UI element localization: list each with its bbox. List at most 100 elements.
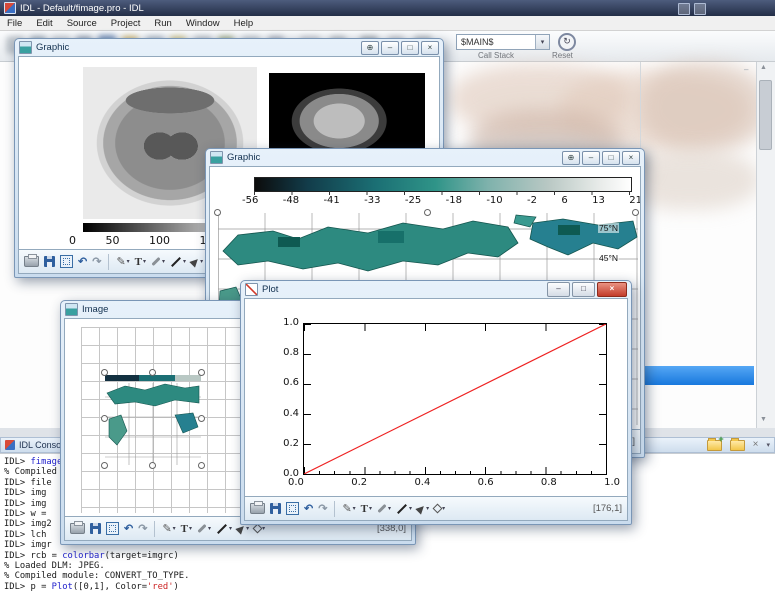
selection-handle[interactable] [424, 209, 431, 216]
pencil-tool-button[interactable]: ✎▾ [162, 523, 175, 535]
line-tool-button[interactable]: ▾ [216, 525, 232, 532]
scope-combo[interactable]: $MAIN$ ▾ [456, 34, 550, 50]
dropdown-caret-icon[interactable]: ▾ [189, 525, 192, 532]
close-button[interactable]: × [421, 41, 439, 55]
dropdown-caret-icon[interactable]: ▾ [262, 525, 265, 532]
graphic1-titlebar[interactable]: Graphic ⊕ – □ × [15, 39, 443, 56]
plot-series-line[interactable] [304, 324, 606, 474]
plot-canvas[interactable]: 1.00.80.60.40.20.0 0.00.20.40.60.81.0 [244, 298, 628, 497]
selection-handle[interactable] [101, 415, 108, 422]
minimize-button[interactable]: – [582, 151, 600, 165]
map-data-patch [278, 237, 300, 247]
scroll-down-icon[interactable]: ▼ [760, 416, 767, 423]
print-button[interactable] [250, 503, 265, 514]
text-tool-button[interactable]: T▾ [181, 523, 192, 535]
selection-handle[interactable] [101, 369, 108, 376]
detach-button[interactable]: ⊕ [361, 41, 379, 55]
detach-button[interactable]: ⊕ [562, 151, 580, 165]
menu-file[interactable]: File [0, 16, 29, 31]
dropdown-caret-icon[interactable]: ▾ [183, 258, 186, 265]
arrow-tool-button[interactable]: ▾ [417, 505, 429, 513]
dropdown-caret-icon[interactable]: ▾ [369, 505, 372, 512]
line-tool-button[interactable]: ▾ [396, 505, 412, 512]
tray-icon[interactable] [678, 3, 690, 15]
dropdown-caret-icon[interactable]: ▾ [162, 258, 165, 265]
redo-button[interactable]: ↷ [92, 256, 101, 268]
selection-handle[interactable] [101, 462, 108, 469]
dropdown-caret-icon[interactable]: ▾ [353, 505, 356, 512]
text-tool-button[interactable]: T▾ [135, 256, 146, 268]
pencil-tool-button[interactable]: ✎▾ [342, 503, 355, 515]
selection-handle[interactable] [149, 462, 156, 469]
chevron-down-icon[interactable]: ▾ [535, 35, 549, 49]
dropdown-caret-icon[interactable]: ▾ [143, 258, 146, 265]
print-button[interactable] [70, 523, 85, 534]
polygon-tool-button[interactable]: ▾ [434, 505, 445, 512]
redo-button[interactable]: ↷ [138, 523, 147, 535]
menu-help[interactable]: Help [227, 16, 261, 31]
menu-edit[interactable]: Edit [29, 16, 59, 31]
scroll-up-icon[interactable]: ▲ [760, 64, 767, 71]
menu-run[interactable]: Run [147, 16, 178, 31]
maximize-button[interactable]: □ [602, 151, 620, 165]
menu-source[interactable]: Source [60, 16, 104, 31]
dropdown-caret-icon[interactable]: ▾ [173, 525, 176, 532]
brush-tool-button[interactable]: ▾ [151, 258, 165, 265]
close-icon[interactable]: × [753, 440, 759, 450]
zoom-fit-button[interactable] [286, 502, 299, 515]
close-button[interactable]: × [597, 282, 627, 297]
save-button[interactable] [270, 503, 281, 514]
brush-tool-button[interactable]: ▾ [197, 525, 211, 532]
mini-world-map[interactable] [105, 373, 201, 465]
dropdown-caret-icon[interactable]: ▾ [127, 258, 130, 265]
zoom-fit-button[interactable] [60, 255, 73, 268]
dropdown-caret-icon[interactable]: ▾ [229, 525, 232, 532]
dropdown-caret-icon[interactable]: ▾ [208, 525, 211, 532]
dropdown-caret-icon[interactable]: ▾ [388, 505, 391, 512]
selection-handle[interactable] [214, 209, 221, 216]
arrow-tool-button[interactable]: ▾ [191, 258, 203, 266]
line-tool-button[interactable]: ▾ [170, 258, 186, 265]
graphic2-titlebar[interactable]: Graphic ⊕ – □ × [206, 149, 644, 166]
selected-list-item[interactable] [642, 366, 754, 385]
dropdown-caret-icon[interactable]: ▾ [442, 505, 445, 512]
undo-button[interactable]: ↶ [124, 523, 133, 535]
open-folder-icon[interactable] [730, 440, 745, 451]
map-colorbar[interactable] [254, 177, 632, 192]
maximize-button[interactable]: □ [572, 282, 595, 297]
redo-button[interactable]: ↷ [318, 503, 327, 515]
save-button[interactable] [44, 256, 55, 267]
text-tool-button[interactable]: T▾ [361, 503, 372, 515]
save-button[interactable] [90, 523, 101, 534]
title-bar[interactable]: IDL - Default/fimage.pro - IDL [0, 0, 775, 16]
scrollbar-thumb[interactable] [759, 80, 772, 150]
selection-handle[interactable] [198, 462, 205, 469]
undo-button[interactable]: ↶ [304, 503, 313, 515]
minimize-button[interactable]: – [381, 41, 399, 55]
pane-minimize-icon[interactable]: – [744, 65, 748, 74]
reset-button[interactable]: ↻ [558, 33, 576, 51]
print-button[interactable] [24, 256, 39, 267]
polygon-tool-button[interactable]: ▾ [254, 525, 265, 532]
selection-handle[interactable] [198, 369, 205, 376]
undo-button[interactable]: ↶ [78, 256, 87, 268]
selection-handle[interactable] [149, 369, 156, 376]
selection-handle[interactable] [198, 415, 205, 422]
arrow-tool-button[interactable]: ▾ [237, 525, 249, 533]
selection-handle[interactable] [632, 209, 639, 216]
new-folder-icon[interactable] [707, 440, 722, 451]
zoom-fit-button[interactable] [106, 522, 119, 535]
brush-tool-button[interactable]: ▾ [377, 505, 391, 512]
close-button[interactable]: × [622, 151, 640, 165]
menu-window[interactable]: Window [179, 16, 227, 31]
polygon-tool-icon [253, 524, 263, 534]
plot-titlebar[interactable]: Plot – □ × [241, 281, 631, 298]
minimize-button[interactable]: – [547, 282, 570, 297]
maximize-button[interactable]: □ [401, 41, 419, 55]
dropdown-caret-icon[interactable]: ▾ [409, 505, 412, 512]
pencil-tool-button[interactable]: ✎▾ [116, 256, 129, 268]
menu-project[interactable]: Project [104, 16, 148, 31]
window-title: IDL - Default/fimage.pro - IDL [20, 3, 144, 14]
chevron-down-icon[interactable]: ▾ [766, 441, 770, 449]
tray-icon[interactable] [694, 3, 706, 15]
